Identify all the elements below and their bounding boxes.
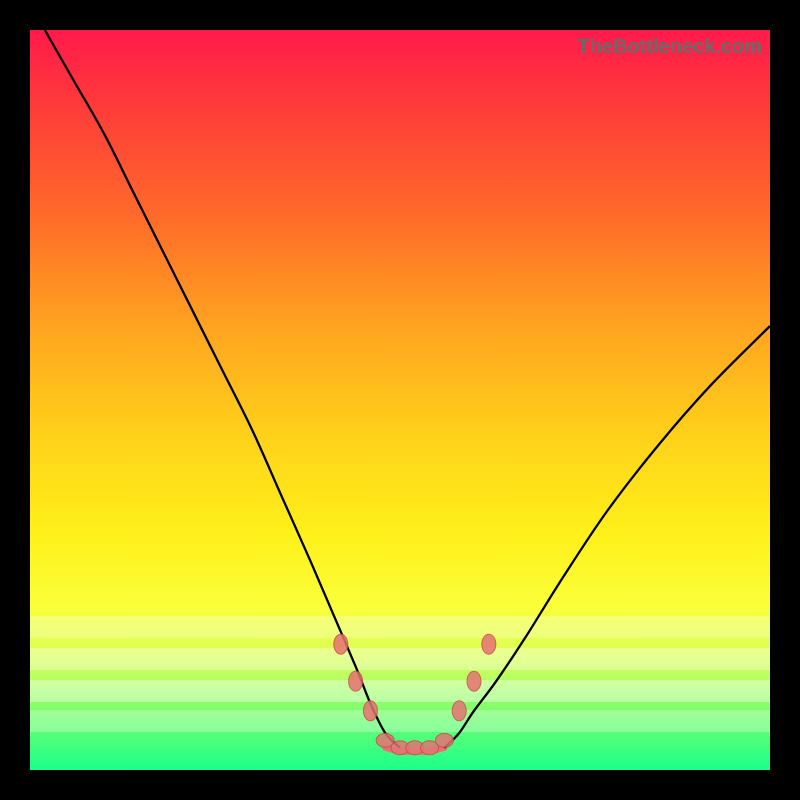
valley-marker <box>482 634 496 654</box>
valley-marker <box>334 634 348 654</box>
valley-marker <box>363 701 377 721</box>
chart-frame: TheBottleneck.com <box>0 0 800 800</box>
markers-group <box>334 634 496 755</box>
plot-area: TheBottleneck.com <box>30 30 770 770</box>
curve-svg <box>30 30 770 770</box>
valley-marker <box>349 671 363 691</box>
curve-right-arm <box>444 326 770 748</box>
curve-group <box>45 30 770 752</box>
valley-marker <box>452 701 466 721</box>
valley-marker <box>435 733 453 747</box>
valley-marker <box>467 671 481 691</box>
